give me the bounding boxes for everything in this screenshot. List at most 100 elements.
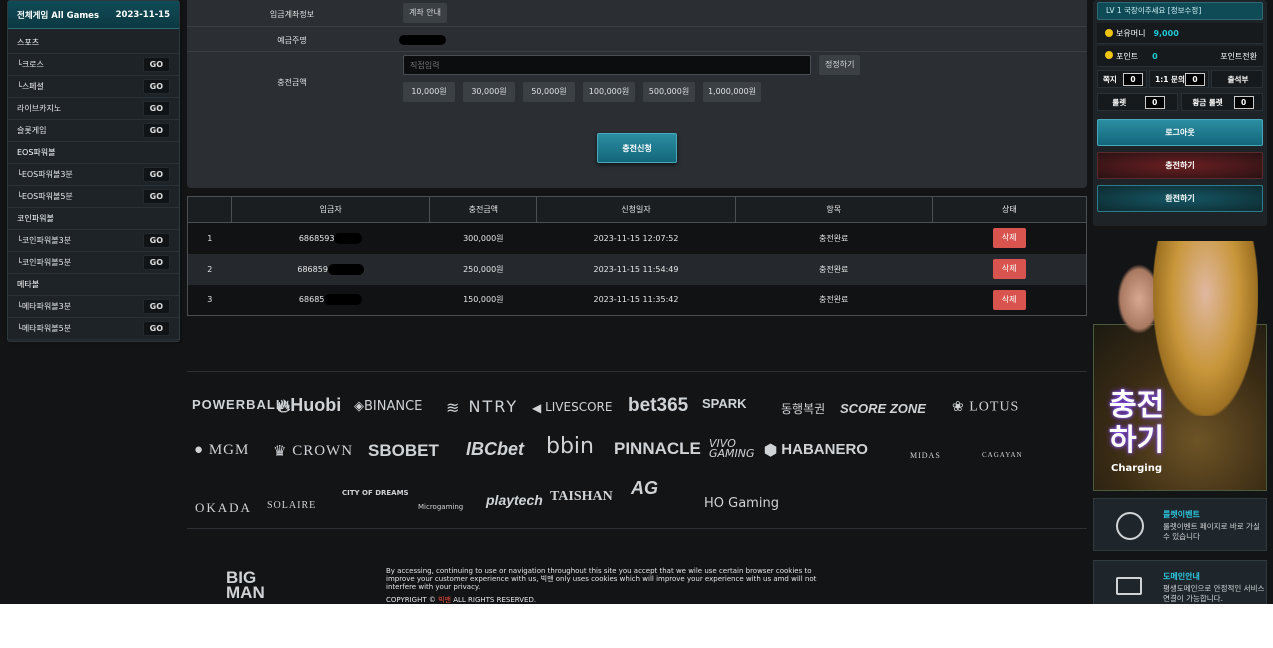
divider (187, 528, 1087, 529)
game-menu-item-label: └코인파워볼3분 (17, 236, 72, 245)
amount-input[interactable] (403, 55, 811, 75)
point-value: 0 (1152, 51, 1158, 61)
amount-preset-button[interactable]: 1,000,000원 (703, 82, 761, 102)
game-menu-item[interactable]: 라이브카지노 GO (8, 98, 179, 120)
game-menu-item[interactable]: 슬롯게임 GO (8, 120, 179, 142)
game-menu-item[interactable]: └코인파워볼3분 GO (8, 230, 179, 252)
user-level[interactable]: LV 1 국장이추세요 [정보수정] (1097, 2, 1263, 20)
exchange-button[interactable]: 환전하기 (1097, 185, 1263, 212)
go-button[interactable]: GO (142, 57, 170, 72)
logo-city-of-dreams: CITY OF DREAMS (342, 489, 409, 497)
game-menu-header: 전체게임 All Games 2023-11-15 (8, 1, 179, 29)
logo-vivo-gaming: VIVO GAMING (709, 437, 755, 460)
gold-roulette-count: 0 (1233, 95, 1254, 109)
amount-preset-button[interactable]: 30,000원 (463, 82, 515, 102)
delete-button[interactable]: 삭제 (992, 259, 1026, 279)
redacted-mark (327, 263, 364, 275)
flame-icon: 🔥︎ (277, 395, 291, 416)
attendance-button[interactable]: 출석부 (1211, 70, 1263, 88)
domain-info-card[interactable]: 도메인안내 평생도메인으로 안정적인 서비스연결이 가능합니다. (1093, 560, 1267, 604)
game-menu-item[interactable]: 메타볼 (8, 274, 179, 296)
game-menu-item[interactable]: 스포츠 (8, 32, 179, 54)
game-menu-item-label: └스페셜 (17, 82, 44, 91)
game-menu-item[interactable]: └코인파워볼5분 GO (8, 252, 179, 274)
delete-button[interactable]: 삭제 (992, 289, 1026, 310)
go-button[interactable]: GO (142, 299, 170, 314)
status-cell: 삭제 (932, 284, 1087, 316)
depositor-cell: 686859 (231, 253, 430, 285)
logo-scorezone: SCORE ZONE (840, 401, 926, 416)
coin-icon (1105, 50, 1113, 59)
game-menu-item[interactable]: └메타파워볼3분 GO (8, 296, 179, 318)
amount-preset-button[interactable]: 50,000원 (523, 82, 575, 102)
logo-lotus: ❀ LOTUS (952, 399, 1020, 415)
gold-roulette-stat[interactable]: 황금 룰렛 0 (1181, 93, 1263, 111)
redacted-mark (334, 232, 363, 244)
account-info-button[interactable]: 계좌 안내 (403, 3, 447, 23)
depositor-cell: 68685 (231, 284, 430, 316)
amount-preset-button[interactable]: 100,000원 (583, 82, 635, 102)
table-header-cell: 항목 (735, 196, 933, 223)
charging-banner[interactable]: 충전 하기 Charging (1093, 236, 1267, 491)
reset-button[interactable]: 정정하기 (819, 55, 861, 75)
game-menu-item[interactable]: └스페셜 GO (8, 76, 179, 98)
go-button[interactable]: GO (142, 123, 170, 138)
go-button[interactable]: GO (142, 101, 170, 116)
logo-mgm: ● MGM (194, 442, 250, 459)
banner-title: 충전 하기 (1109, 388, 1165, 458)
table-header-cell: 상태 (932, 196, 1088, 223)
amount-cell: 300,000원 (429, 222, 537, 254)
charge-history-table: 입금자 충전금액 신청일자 항목 상태 1 6868593 300,000원 2023-11-… (187, 196, 1088, 316)
game-menu-item[interactable]: └메타파워볼5분 GO (8, 318, 179, 340)
go-button[interactable]: GO (142, 167, 170, 182)
copyright: COPYRIGHT © 빅맨 ALL RIGHTS RESERVED. (386, 596, 537, 604)
note-stat[interactable]: 쪽지 0 (1097, 70, 1147, 88)
game-menu-item-label: 메타볼 (17, 280, 40, 289)
table-header-cell: 신청일자 (536, 196, 736, 223)
account-info-row: 입금계좌정보 계좌 안내 (187, 0, 1087, 27)
roulette-stat[interactable]: 룰렛 0 (1097, 93, 1178, 111)
logo-ibcbet: IBCbet (466, 439, 524, 459)
point-exchange-link[interactable]: 포인트전환 (1220, 51, 1257, 62)
date-cell: 2023-11-15 11:54:49 (536, 253, 736, 285)
go-button[interactable]: GO (142, 189, 170, 204)
amount-preset-button[interactable]: 500,000원 (643, 82, 695, 102)
table-header-cell: 충전금액 (429, 196, 538, 223)
game-menu-item-label: └코인파워볼5분 (17, 258, 72, 267)
roulette-icon (1116, 512, 1144, 540)
go-button[interactable]: GO (142, 79, 170, 94)
game-menu-item[interactable]: └크로스 GO (8, 54, 179, 76)
game-menu-item[interactable]: └EOS파워볼5분 GO (8, 186, 179, 208)
date-cell: 2023-11-15 11:35:42 (536, 284, 736, 316)
amount-cell: 250,000원 (429, 253, 537, 285)
go-button[interactable]: GO (142, 255, 170, 270)
game-menu-date: 2023-11-15 (115, 9, 170, 20)
ntry-icon: ≋ (446, 398, 462, 417)
amount-preset-button[interactable]: 10,000원 (403, 82, 455, 102)
logo-solaire: SOLAIRE (267, 500, 317, 511)
submit-charge-button[interactable]: 충전신청 (597, 133, 677, 163)
redacted-mark (324, 294, 363, 306)
charge-button[interactable]: 충전하기 (1097, 152, 1263, 179)
money-line: 보유머니 9,000 (1097, 23, 1263, 44)
binance-icon: ◈ (354, 399, 364, 414)
coin-icon (1105, 29, 1113, 37)
game-menu-item[interactable]: EOS파워볼 (8, 142, 179, 164)
go-button[interactable]: GO (142, 233, 170, 248)
logout-button[interactable]: 로그아웃 (1097, 119, 1263, 146)
game-menu-item-label: 슬롯게임 (17, 126, 47, 135)
inquiry-stat[interactable]: 1:1 문의 0 (1149, 70, 1209, 88)
logo-huobi: 🔥︎Huobi (277, 395, 342, 416)
delete-button[interactable]: 삭제 (992, 228, 1026, 249)
logo-sbobet: SBOBET (368, 441, 439, 460)
depositor-row: 예금주명 (187, 27, 1087, 52)
game-menu-item[interactable]: └EOS파워볼3분 GO (8, 164, 179, 186)
logo-spark: SPARK (702, 396, 747, 411)
table-body: 1 6868593 300,000원 2023-11-15 12:07:52 충전완료 삭… (187, 222, 1087, 316)
depositor-redacted (399, 35, 446, 45)
roulette-event-card[interactable]: 룰렛이벤트 룰렛이벤트 페이지로 바로 가실 수 있습니다 (1093, 498, 1267, 551)
game-menu-title: 전체게임 All Games (17, 10, 99, 21)
game-menu-item[interactable]: 코인파워볼 (8, 208, 179, 230)
go-button[interactable]: GO (142, 321, 170, 336)
item-cell: 충전완료 (735, 253, 933, 285)
